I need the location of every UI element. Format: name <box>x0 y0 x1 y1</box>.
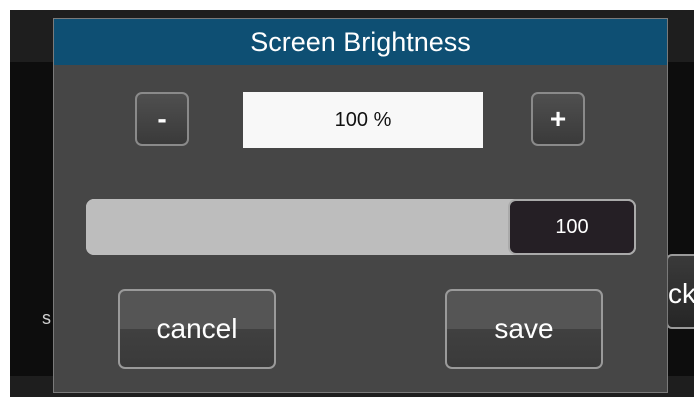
save-button[interactable]: save <box>445 289 603 369</box>
slider-thumb[interactable]: 100 <box>508 199 636 255</box>
brightness-dialog: Screen Brightness - 100 % + 100 cancel s… <box>53 18 668 393</box>
brightness-slider[interactable]: 100 <box>86 199 636 255</box>
background-label: s <box>42 308 51 328</box>
decrease-button[interactable]: - <box>135 92 189 146</box>
increase-button[interactable]: + <box>531 92 585 146</box>
dialog-title: Screen Brightness <box>54 19 667 65</box>
brightness-value-display: 100 % <box>243 92 483 148</box>
cancel-button[interactable]: cancel <box>118 289 276 369</box>
background-back-button[interactable]: ck <box>666 254 694 329</box>
